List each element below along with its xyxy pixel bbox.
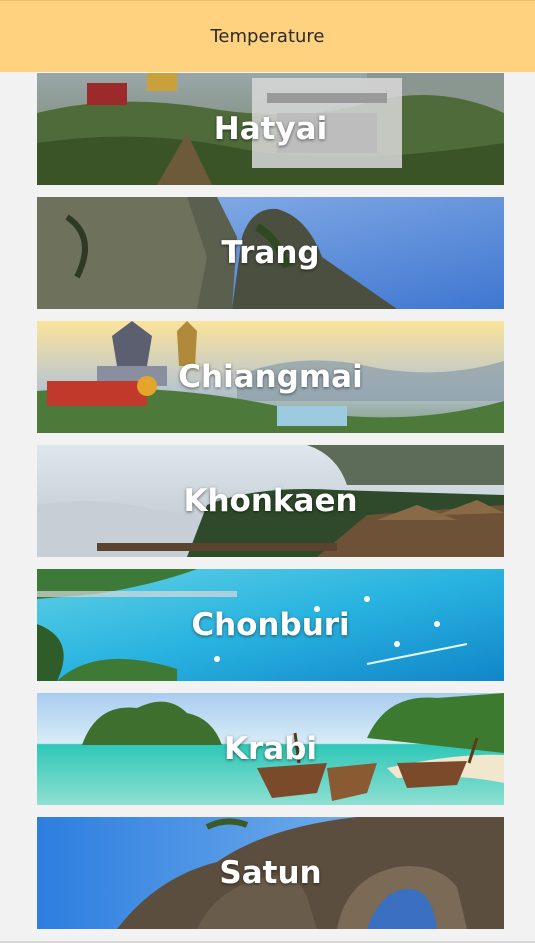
krabi-photo bbox=[37, 693, 504, 805]
satun-photo bbox=[37, 817, 504, 929]
city-card-chonburi[interactable]: Chonburi bbox=[37, 569, 504, 681]
city-card-trang[interactable]: Trang bbox=[37, 197, 504, 309]
city-card-krabi[interactable]: Krabi bbox=[37, 693, 504, 805]
page-title: Temperature bbox=[210, 26, 325, 47]
city-card-chiangmai[interactable]: Chiangmai bbox=[37, 321, 504, 433]
trang-photo bbox=[37, 197, 504, 309]
city-card-hatyai[interactable]: Hatyai bbox=[37, 73, 504, 185]
khonkaen-photo bbox=[37, 445, 504, 557]
city-card-khonkaen[interactable]: Khonkaen bbox=[37, 445, 504, 557]
chonburi-photo bbox=[37, 569, 504, 681]
city-card-satun[interactable]: Satun bbox=[37, 817, 504, 929]
chiangmai-photo bbox=[37, 321, 504, 433]
city-list: Hatyai Trang Chiangmai Khonkaen Chonburi… bbox=[37, 73, 504, 941]
hatyai-photo bbox=[37, 73, 504, 185]
app-header: Temperature bbox=[0, 0, 535, 72]
